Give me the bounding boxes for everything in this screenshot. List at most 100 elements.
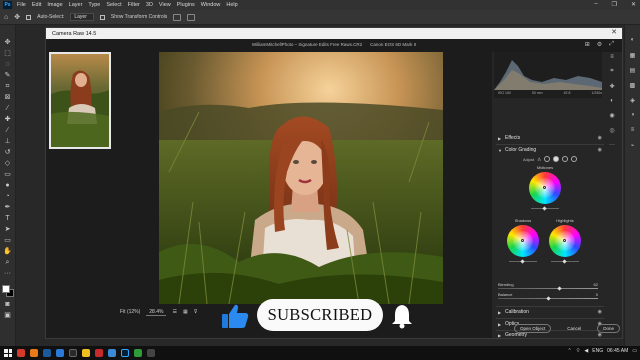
auto-select-checkbox[interactable] xyxy=(26,14,32,20)
quick-mask-icon[interactable]: ◙ xyxy=(3,301,12,308)
eyedropper-icon[interactable]: ⁄ xyxy=(3,105,12,112)
app-icon-photoshop[interactable] xyxy=(121,349,129,357)
midtones-handle[interactable] xyxy=(543,186,546,189)
network-icon[interactable]: ⌔ xyxy=(576,348,581,354)
layer-dropdown[interactable]: Layer xyxy=(70,13,94,21)
blending-knob[interactable] xyxy=(557,286,562,291)
maximize-icon[interactable]: ❐ xyxy=(612,1,617,8)
menu-edit[interactable]: Edit xyxy=(32,2,41,8)
color-grading-section[interactable]: ▼ Color Grading ◉ xyxy=(498,146,602,154)
align-icon[interactable] xyxy=(173,13,182,21)
close-icon[interactable]: ✕ xyxy=(611,28,617,36)
app-icon-red[interactable] xyxy=(17,349,25,357)
highlights-luminance-slider[interactable] xyxy=(551,259,579,264)
menu-image[interactable]: Image xyxy=(47,2,62,8)
cancel-button[interactable]: Cancel xyxy=(561,324,587,333)
app-icon-folder[interactable] xyxy=(82,349,90,357)
gradient-icon[interactable]: ▭ xyxy=(3,171,12,178)
app-icon-misc[interactable] xyxy=(147,349,155,357)
app-icon-blue[interactable] xyxy=(43,349,51,357)
dock-channels-icon[interactable]: ≡ xyxy=(629,127,637,134)
stamp-icon[interactable]: ⊥ xyxy=(3,138,12,145)
done-button[interactable]: Done xyxy=(597,324,620,333)
history-brush-icon[interactable]: ↺ xyxy=(3,149,12,156)
menu-help[interactable]: Help xyxy=(226,2,237,8)
filter-icon[interactable]: ⊽ xyxy=(194,309,198,315)
foreground-color-swatch[interactable] xyxy=(1,285,10,293)
dock-adjust-icon[interactable]: ◑ xyxy=(629,112,637,119)
frame-icon[interactable]: ⊠ xyxy=(3,94,12,101)
blending-track[interactable] xyxy=(498,288,598,289)
distribute-icon[interactable] xyxy=(187,13,196,21)
menu-plugins[interactable]: Plugins xyxy=(177,2,195,8)
crop-icon[interactable]: ⌗ xyxy=(3,83,12,90)
crop-tool-icon[interactable]: ⌗ xyxy=(610,68,613,75)
app-icon-terminal[interactable] xyxy=(69,349,77,357)
blending-value[interactable]: 62 xyxy=(594,282,598,287)
blur-icon[interactable]: ● xyxy=(3,182,12,189)
menu-file[interactable]: File xyxy=(17,2,26,8)
shadows-luminance-slider[interactable] xyxy=(509,259,537,264)
menu-layer[interactable]: Layer xyxy=(69,2,83,8)
notifications-icon[interactable]: ▭ xyxy=(632,348,637,354)
menu-3d[interactable]: 3D xyxy=(146,2,153,8)
app-icon-orange[interactable] xyxy=(30,349,38,357)
filmstrip-thumbnail[interactable] xyxy=(49,52,111,149)
shadows-mode-dot[interactable] xyxy=(544,156,551,162)
dock-gradient-icon[interactable]: ▤ xyxy=(629,67,637,74)
thumbs-up-icon[interactable] xyxy=(221,303,249,329)
open-object-button[interactable]: Open Object xyxy=(513,324,552,333)
chevron-up-icon[interactable]: ⌃ xyxy=(568,348,572,354)
app-icon-media[interactable] xyxy=(95,349,103,357)
screen-mode-icon[interactable]: ▣ xyxy=(3,312,12,319)
midtones-luminance-slider[interactable] xyxy=(531,206,559,211)
app-icon-green[interactable] xyxy=(134,349,142,357)
volume-icon[interactable]: ◀ xyxy=(584,348,588,354)
photoshop-logo-icon[interactable]: Ps xyxy=(3,1,12,9)
photo-preview[interactable] xyxy=(159,52,443,304)
quick-select-icon[interactable]: ✎ xyxy=(3,72,12,79)
dock-patterns-icon[interactable]: ▩ xyxy=(629,82,637,89)
clock[interactable]: 06:45 AM xyxy=(607,348,628,354)
effects-section[interactable]: ▶ Effects ◉ xyxy=(498,134,602,142)
menu-type[interactable]: Type xyxy=(88,2,100,8)
heal-tool-icon[interactable]: ✚ xyxy=(609,83,614,90)
highlights-mode-dot[interactable] xyxy=(562,156,569,162)
convert-icon[interactable]: ⊞ xyxy=(585,41,590,48)
dock-swatches-icon[interactable]: ▦ xyxy=(629,52,637,59)
balance-value[interactable]: 0 xyxy=(596,292,598,297)
dodge-icon[interactable]: ◔ xyxy=(3,193,12,200)
rectangle-icon[interactable]: ▭ xyxy=(3,237,12,244)
windows-start-icon[interactable] xyxy=(4,349,12,357)
gear-icon[interactable]: ⚙ xyxy=(597,41,602,48)
show-transform-checkbox[interactable] xyxy=(99,14,105,20)
balance-slider[interactable]: Balance 0 xyxy=(498,292,598,301)
app-icon-store[interactable] xyxy=(108,349,116,357)
home-icon[interactable]: ⌂ xyxy=(4,14,8,21)
move-icon[interactable]: ✥ xyxy=(3,39,12,46)
before-after-icon[interactable]: ▦ xyxy=(183,309,188,315)
mask-tool-icon[interactable]: ◐ xyxy=(610,98,614,104)
menu-window[interactable]: Window xyxy=(201,2,221,8)
pen-icon[interactable]: ✒ xyxy=(3,204,12,211)
shadows-handle[interactable] xyxy=(521,239,524,242)
blending-slider[interactable]: Blending 62 xyxy=(498,282,598,291)
move-tool-icon[interactable]: ✥ xyxy=(14,13,20,21)
color-swatches[interactable] xyxy=(1,285,14,297)
menu-select[interactable]: Select xyxy=(106,2,121,8)
app-icon-explorer[interactable] xyxy=(56,349,64,357)
visibility-icon[interactable]: ◉ xyxy=(598,135,602,141)
more-icon[interactable]: ··· xyxy=(609,142,615,148)
compare-icon[interactable]: ☰ xyxy=(172,309,176,315)
menu-filter[interactable]: Filter xyxy=(128,2,140,8)
calibration-section[interactable]: ▶ Calibration ◉ xyxy=(498,308,602,316)
edit-sliders-icon[interactable]: ≡ xyxy=(610,54,614,60)
hand-icon[interactable]: ✋ xyxy=(3,248,12,255)
brush-icon[interactable]: ∕ xyxy=(3,127,12,134)
minimize-icon[interactable]: – xyxy=(594,1,597,8)
menu-view[interactable]: View xyxy=(159,2,171,8)
language-indicator[interactable]: ENG xyxy=(592,348,603,354)
redeye-icon[interactable]: ◉ xyxy=(609,112,614,119)
balance-knob[interactable] xyxy=(546,296,551,301)
zoom-icon[interactable]: ⌕ xyxy=(3,259,12,266)
